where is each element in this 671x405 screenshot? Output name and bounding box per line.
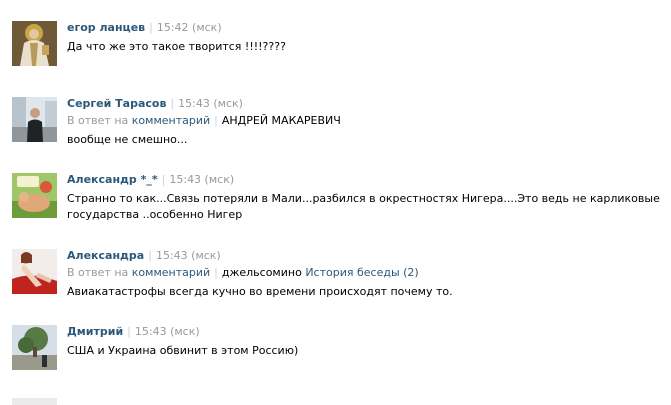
comment-author-link[interactable]: Сергей Тарасов [67,97,166,110]
comment-time[interactable]: 15:43 (мск) [156,249,221,262]
meta-separator: | [148,249,152,262]
comment-time[interactable]: 15:42 (мск) [157,21,222,34]
saint-icon [12,21,57,66]
reply-info: В ответ на комментарий | джельсомино Истор… [67,266,667,280]
avatar[interactable] [12,21,57,66]
comment-text: Авиакатастрофы всегда кучно во времени п… [67,285,453,298]
comment-text: Да что же это такое творится !!!!???? [67,40,286,53]
comment-time[interactable]: 15:43 (мск) [135,325,200,338]
meta-separator: | [149,21,153,34]
comment-time[interactable]: 15:43 (мск) [178,97,243,110]
man-in-city-icon [12,97,57,142]
avatar[interactable] [12,97,57,142]
conversation-history-link[interactable]: История беседы (2) [305,266,418,279]
tree-icon [12,325,57,370]
comment-time[interactable]: 15:43 (мск) [169,173,234,186]
avatar[interactable] [12,249,57,294]
comment-text: вообще не смешно... [67,133,188,146]
reply-prefix: В ответ на [67,266,129,279]
meta-separator: | [214,266,218,279]
comment-text: США и Украина обвинит в этом Россию) [67,344,299,357]
reply-comment-link[interactable]: комментарий [132,114,210,127]
reply-comment-link[interactable]: комментарий [132,266,210,279]
cartoon-icon [12,173,57,218]
avatar[interactable] [12,325,57,370]
reply-info: В ответ на комментарий | АНДРЕЙ МАКАРЕВИЧ [67,114,667,128]
meta-separator: | [170,97,175,110]
meta-separator: | [127,325,131,338]
comment-author-link[interactable]: егор ланцев [67,21,145,34]
avatar[interactable] [12,173,57,218]
meta-separator: | [214,114,218,127]
reply-to-name[interactable]: джельсомино [222,266,302,279]
meta-separator: | [161,173,166,186]
woman-red-icon [12,249,57,294]
comment-author-link[interactable]: Дмитрий [67,325,123,338]
comment-author-link[interactable]: Александр *_* [67,173,158,186]
comment-text: Странно то как...Связь потеряли в Мали..… [67,192,660,221]
reply-prefix: В ответ на [67,114,129,127]
comment-author-link[interactable]: Александра [67,249,144,262]
reply-to-name[interactable]: АНДРЕЙ МАКАРЕВИЧ [222,114,341,127]
next-avatar-fragment [12,398,57,405]
